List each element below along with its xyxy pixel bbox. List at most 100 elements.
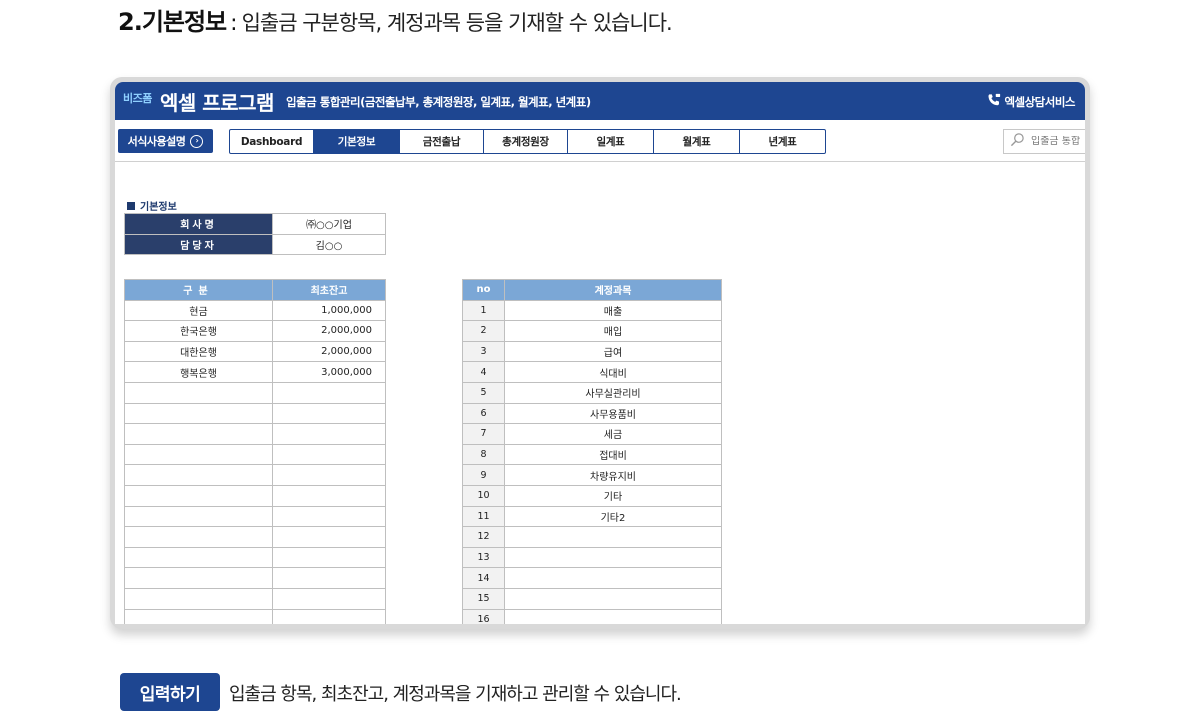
column-header-account-item: 계정과목: [504, 279, 722, 301]
table-row: 7 세금: [462, 423, 722, 445]
account-name-cell[interactable]: 세금: [504, 423, 722, 445]
account-items-table: no 계정과목 1 매출 2 매입 3 급여 4 식대비 5 사무실관리비 6 사무용품비 7 세금 8 접대…: [462, 279, 722, 624]
balance-amount-cell[interactable]: [272, 546, 386, 569]
table-row: 1 매출: [462, 299, 722, 322]
balance-amount-cell[interactable]: [272, 567, 386, 589]
account-name-cell[interactable]: [504, 587, 722, 610]
input-badge: 입력하기: [120, 673, 220, 711]
table-row: [124, 608, 386, 624]
app-window: 비즈폼 엑셀 프로그램 입출금 통합관리(금전출납부, 총계정원장, 일계표, …: [110, 77, 1090, 629]
balance-category-cell[interactable]: [124, 443, 273, 466]
table-row: 5 사무실관리비: [462, 381, 722, 404]
consult-service-link[interactable]: 엑셀상담서비스: [987, 93, 1075, 110]
account-name-cell[interactable]: [504, 526, 722, 548]
table-header-row: no 계정과목: [462, 279, 722, 301]
balance-category-cell[interactable]: 한국은행: [124, 320, 273, 342]
search-icon: [1010, 132, 1025, 151]
balance-amount-cell[interactable]: [272, 484, 386, 507]
tab-cash-ledger[interactable]: 금전출납: [400, 130, 484, 153]
balance-amount-cell[interactable]: [272, 423, 386, 445]
app-subtitle: 입출금 통합관리(금전출납부, 총계정원장, 일계표, 월계표, 년계표): [286, 95, 591, 109]
company-name-value[interactable]: ㈜○○기업: [272, 213, 386, 235]
account-name-cell[interactable]: 접대비: [504, 443, 722, 466]
account-name-cell[interactable]: 차량유지비: [504, 464, 722, 486]
table-row: [124, 381, 386, 404]
usage-guide-button[interactable]: 서식사용설명 ›: [118, 129, 213, 153]
tab-general-ledger[interactable]: 총계정원장: [484, 130, 568, 153]
search-input[interactable]: [1031, 136, 1085, 147]
balance-amount-cell[interactable]: [272, 587, 386, 610]
balance-category-cell[interactable]: [124, 608, 273, 624]
account-name-cell[interactable]: 기타2: [504, 505, 722, 528]
balance-amount-cell[interactable]: 3,000,000: [272, 361, 386, 383]
balance-category-cell[interactable]: 행복은행: [124, 361, 273, 383]
table-row: 16: [462, 608, 722, 624]
manager-value[interactable]: 김○○: [272, 233, 386, 256]
account-name-cell[interactable]: 매입: [504, 320, 722, 342]
balance-category-cell[interactable]: [124, 423, 273, 445]
account-no-cell: 2: [462, 320, 505, 342]
tab-daily-summary[interactable]: 일계표: [568, 130, 654, 153]
balance-category-cell[interactable]: 현금: [124, 299, 273, 322]
tab-basic-info[interactable]: 기본정보: [314, 130, 400, 153]
balance-amount-cell[interactable]: [272, 381, 386, 404]
account-no-cell: 11: [462, 505, 505, 528]
balance-amount-cell[interactable]: [272, 464, 386, 486]
balance-category-cell[interactable]: [124, 402, 273, 425]
account-name-cell[interactable]: [504, 567, 722, 589]
balance-amount-cell[interactable]: [272, 505, 386, 528]
account-name-cell[interactable]: 급여: [504, 340, 722, 363]
balance-category-cell[interactable]: [124, 526, 273, 548]
balance-category-cell[interactable]: [124, 381, 273, 404]
balance-amount-cell[interactable]: [272, 402, 386, 425]
account-name-cell[interactable]: 사무실관리비: [504, 381, 722, 404]
balance-amount-cell[interactable]: [272, 608, 386, 624]
table-row: 회사명 ㈜○○기업: [124, 213, 386, 235]
table-row: 6 사무용품비: [462, 402, 722, 425]
account-name-cell[interactable]: 식대비: [504, 361, 722, 383]
search-box[interactable]: [1003, 129, 1085, 154]
balance-category-cell[interactable]: [124, 567, 273, 589]
balance-table-body: 현금 1,000,000 한국은행 2,000,000 대한은행 2,000,000 행복은…: [124, 299, 386, 624]
account-no-cell: 12: [462, 526, 505, 548]
account-name-cell[interactable]: 매출: [504, 299, 722, 322]
column-header-initial-balance: 최초잔고: [272, 279, 386, 301]
account-table-body: 1 매출 2 매입 3 급여 4 식대비 5 사무실관리비 6 사무용품비 7 세금 8 접대비 9 차량유지비 1…: [462, 299, 722, 624]
title-bar: 비즈폼 엑셀 프로그램 입출금 통합관리(금전출납부, 총계정원장, 일계표, …: [115, 82, 1085, 120]
balance-category-cell[interactable]: [124, 464, 273, 486]
balance-amount-cell[interactable]: 1,000,000: [272, 299, 386, 322]
account-name-cell[interactable]: 기타: [504, 484, 722, 507]
brand-logo-small: 비즈폼: [123, 92, 152, 105]
balance-category-cell[interactable]: [124, 546, 273, 569]
table-row: 현금 1,000,000: [124, 299, 386, 322]
balance-category-cell[interactable]: [124, 484, 273, 507]
table-row: 2 매입: [462, 320, 722, 342]
account-no-cell: 9: [462, 464, 505, 486]
column-header-no: no: [462, 279, 505, 301]
account-name-cell[interactable]: [504, 546, 722, 569]
table-row: 12: [462, 526, 722, 548]
heading-title: 2.기본정보: [118, 8, 227, 36]
tab-dashboard[interactable]: Dashboard: [230, 130, 314, 153]
balance-amount-cell[interactable]: [272, 526, 386, 548]
balance-category-cell[interactable]: [124, 587, 273, 610]
balance-category-cell[interactable]: [124, 505, 273, 528]
balance-amount-cell[interactable]: 2,000,000: [272, 320, 386, 342]
table-row: [124, 546, 386, 569]
toolbar: 서식사용설명 › Dashboard 기본정보 금전출납 총계정원장 일계표 월…: [115, 120, 1085, 162]
table-header-row: 구분 최초잔고: [124, 279, 386, 301]
account-name-cell[interactable]: 사무용품비: [504, 402, 722, 425]
balance-amount-cell[interactable]: 2,000,000: [272, 340, 386, 363]
table-row: [124, 567, 386, 589]
balance-category-cell[interactable]: 대한은행: [124, 340, 273, 363]
table-row: 한국은행 2,000,000: [124, 320, 386, 342]
footer-description: 입출금 항목, 최초잔고, 계정과목을 기재하고 관리할 수 있습니다.: [229, 684, 682, 705]
account-no-cell: 3: [462, 340, 505, 363]
table-row: [124, 464, 386, 486]
tab-yearly-summary[interactable]: 년계표: [740, 130, 825, 153]
app-window-content: 비즈폼 엑셀 프로그램 입출금 통합관리(금전출납부, 총계정원장, 일계표, …: [115, 82, 1085, 624]
balance-amount-cell[interactable]: [272, 443, 386, 466]
tab-monthly-summary[interactable]: 월계표: [654, 130, 740, 153]
account-name-cell[interactable]: [504, 608, 722, 624]
page-heading: 2.기본정보 : 입출금 구분항목, 계정과목 등을 기재할 수 있습니다.: [118, 2, 673, 36]
